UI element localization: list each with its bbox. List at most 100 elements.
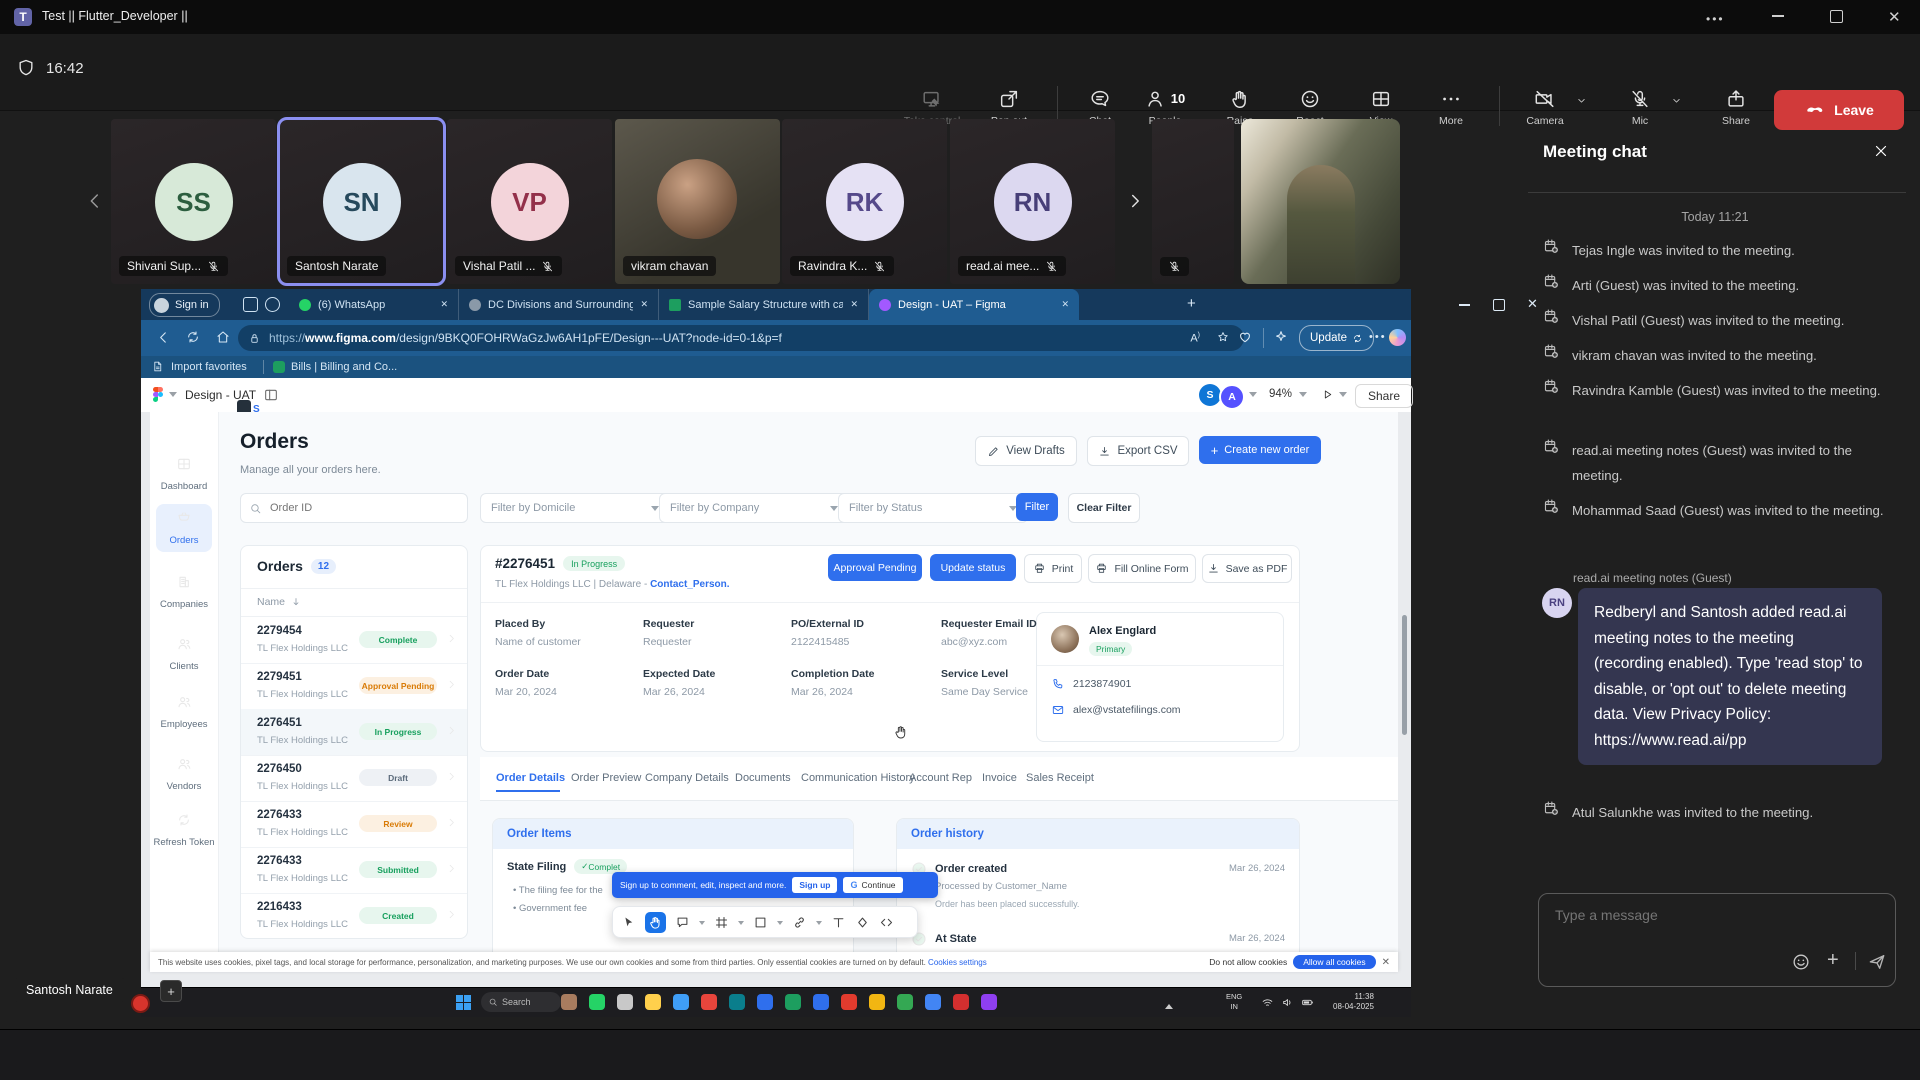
- chevron-right-icon[interactable]: [445, 908, 458, 921]
- shared-taskbar-app-icon[interactable]: [981, 994, 997, 1010]
- participant-tile-ravindra-k-[interactable]: RKRavindra K...: [782, 119, 947, 284]
- tab-company-details[interactable]: Company Details: [645, 772, 729, 784]
- figma-tool-frame[interactable]: [714, 915, 729, 930]
- print-button[interactable]: Print: [1024, 554, 1082, 583]
- tab-close-icon[interactable]: ✕: [640, 299, 648, 310]
- order-id-search[interactable]: [240, 493, 468, 523]
- refresh-icon[interactable]: [185, 329, 201, 345]
- presenter-expand-button[interactable]: +: [160, 980, 182, 1002]
- camera-chevron-icon[interactable]: [1575, 94, 1588, 107]
- home-icon[interactable]: [215, 329, 231, 345]
- banner-signup-button[interactable]: Sign up: [792, 877, 837, 893]
- browser-tab-1[interactable]: (6) WhatsApp✕: [289, 289, 459, 320]
- figma-tool-comment[interactable]: [675, 915, 690, 930]
- mic-chevron-icon[interactable]: [1670, 94, 1683, 107]
- participant-tile-video[interactable]: [1241, 119, 1400, 284]
- figma-tool-code[interactable]: [879, 915, 894, 930]
- tab-documents[interactable]: Documents: [735, 772, 791, 784]
- participant-tile-santosh-narate[interactable]: SNSantosh Narate: [279, 119, 444, 284]
- titlebar-more-icon[interactable]: •••: [1706, 12, 1725, 26]
- sidebar-item-vendors[interactable]: Vendors: [150, 756, 218, 792]
- browser-profile-button[interactable]: Sign in: [149, 293, 220, 317]
- sidebar-item-clients[interactable]: Clients: [150, 636, 218, 672]
- tab-order-preview[interactable]: Order Preview: [571, 772, 641, 784]
- shared-taskbar-app-icon[interactable]: [701, 994, 717, 1010]
- browser-essentials-icon[interactable]: [1237, 329, 1253, 345]
- present-play-icon[interactable]: [1321, 388, 1334, 401]
- shared-taskbar-app-icon[interactable]: [785, 994, 801, 1010]
- participant-tile-partial[interactable]: [1152, 119, 1234, 284]
- browser-tab-2[interactable]: DC Divisions and Surroundings✕: [459, 289, 659, 320]
- favorite-star-icon[interactable]: [1216, 330, 1230, 344]
- attach-plus-icon[interactable]: +: [1827, 949, 1839, 972]
- tab-close-icon[interactable]: ✕: [850, 299, 858, 310]
- chat-message-input[interactable]: [1553, 906, 1857, 924]
- shared-wifi-icon[interactable]: [1261, 996, 1274, 1009]
- cookies-settings-link[interactable]: Cookies settings: [928, 958, 987, 967]
- shared-taskbar-app-icon[interactable]: [617, 994, 633, 1010]
- chat-close-icon[interactable]: [1872, 142, 1890, 160]
- fill-online-form-button[interactable]: Fill Online Form: [1088, 554, 1196, 583]
- shared-volume-icon[interactable]: [1281, 996, 1294, 1009]
- orders-column-name[interactable]: Name: [257, 596, 285, 608]
- collab-avatar-s[interactable]: S: [1199, 384, 1221, 406]
- shared-taskbar-app-icon[interactable]: [673, 994, 689, 1010]
- filter-domicile-dropdown[interactable]: Filter by Domicile: [480, 493, 670, 523]
- back-icon[interactable]: [155, 329, 172, 346]
- figma-file-menu-chevron-icon[interactable]: [169, 392, 177, 401]
- minimize-button[interactable]: [1772, 15, 1784, 17]
- chevron-right-icon[interactable]: [445, 724, 458, 737]
- export-csv-button[interactable]: Export CSV: [1087, 436, 1189, 466]
- figma-tool-hand[interactable]: [645, 912, 666, 933]
- shared-taskbar-app-icon[interactable]: [757, 994, 773, 1010]
- save-as-pdf-button[interactable]: Save as PDF: [1202, 554, 1292, 583]
- bookmark-bills[interactable]: Bills | Billing and Co...: [291, 361, 397, 373]
- tab-account-rep[interactable]: Account Rep: [909, 772, 972, 784]
- page-scrollbar-thumb[interactable]: [1402, 615, 1407, 735]
- tiles-previous-button[interactable]: [84, 190, 106, 212]
- shared-taskbar-app-icon[interactable]: [925, 994, 941, 1010]
- allow-cookies-button[interactable]: Allow all cookies: [1293, 955, 1375, 969]
- sidebar-item-companies[interactable]: Companies: [150, 574, 218, 610]
- browser-menu-icon[interactable]: •••: [1369, 331, 1387, 343]
- order-row-2276433[interactable]: 2276433TL Flex Holdings LLCReview: [241, 801, 467, 848]
- chevron-right-icon[interactable]: [445, 816, 458, 829]
- sidebar-item-orders[interactable]: Orders: [150, 510, 218, 546]
- zoom-chevron-icon[interactable]: [1299, 392, 1307, 401]
- approval-pending-button[interactable]: Approval Pending: [828, 554, 922, 581]
- shared-language-indicator[interactable]: ENGIN: [1226, 992, 1242, 1012]
- bookmark-import-favorites[interactable]: Import favorites: [171, 361, 247, 373]
- order-id-input[interactable]: [268, 501, 432, 515]
- tab-order-details[interactable]: Order Details: [496, 772, 565, 784]
- shared-start-icon[interactable]: [456, 995, 471, 1010]
- update-button[interactable]: Update: [1299, 325, 1374, 351]
- order-row-2279454[interactable]: 2279454TL Flex Holdings LLCComplete: [241, 617, 467, 664]
- more-button[interactable]: More: [1419, 78, 1483, 136]
- clear-filter-button[interactable]: Clear Filter: [1068, 493, 1140, 523]
- order-row-2276450[interactable]: 2276450TL Flex Holdings LLCDraft: [241, 755, 467, 802]
- read-aloud-icon[interactable]: A): [1190, 332, 1200, 345]
- figma-logo-icon[interactable]: [153, 387, 164, 403]
- maximize-button[interactable]: [1830, 10, 1843, 23]
- view-drafts-button[interactable]: View Drafts: [975, 436, 1077, 466]
- participant-tile-read-ai-mee-[interactable]: RNread.ai mee...: [950, 119, 1115, 284]
- shared-taskbar-app-icon[interactable]: [897, 994, 913, 1010]
- contact-email[interactable]: alex@vstatefilings.com: [1073, 704, 1181, 716]
- tab-close-icon[interactable]: ✕: [1061, 299, 1069, 310]
- layout-panel-icon[interactable]: [263, 387, 279, 403]
- collab-chevron-icon[interactable]: [1249, 392, 1257, 401]
- shared-search-box[interactable]: Search: [481, 992, 561, 1012]
- browser-minimize-icon[interactable]: [1459, 304, 1470, 306]
- filter-status-dropdown[interactable]: Filter by Status: [838, 493, 1028, 523]
- shared-taskbar-app-icon[interactable]: [561, 994, 577, 1010]
- shared-battery-icon[interactable]: [1301, 996, 1314, 1009]
- figma-zoom-level[interactable]: 94%: [1269, 388, 1292, 400]
- tab-sales-receipt[interactable]: Sales Receipt: [1026, 772, 1094, 784]
- chat-input-box[interactable]: +: [1538, 893, 1896, 987]
- send-icon[interactable]: [1867, 952, 1887, 972]
- present-chevron-icon[interactable]: [1339, 392, 1347, 401]
- tab-communication-history[interactable]: Communication History: [801, 772, 915, 784]
- order-row-2276433[interactable]: 2276433TL Flex Holdings LLCSubmitted: [241, 847, 467, 894]
- order-row-2279451[interactable]: 2279451TL Flex Holdings LLCApproval Pend…: [241, 663, 467, 710]
- banner-google-continue-button[interactable]: G Continue: [843, 877, 902, 893]
